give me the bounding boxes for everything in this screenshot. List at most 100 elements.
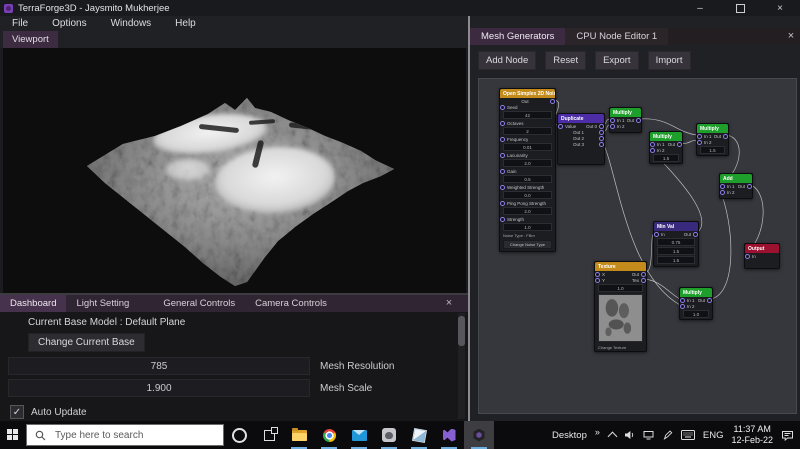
texture-preview[interactable] [598,294,643,342]
taskbar-app-file-explorer[interactable] [284,421,314,449]
hidden-icons-chevron-icon[interactable] [607,431,618,442]
node-add[interactable]: Add In 1 Out In 2 [719,173,753,199]
mesh-resolution-input[interactable]: 785 [8,357,310,375]
value-box[interactable]: 1.5 [657,256,695,264]
input-pin[interactable] [697,133,702,139]
search-input[interactable] [53,428,207,442]
input-pin[interactable] [680,297,685,303]
value-box[interactable]: 1.0 [683,310,709,318]
node-multiply-3[interactable]: Multiply In 1 Out In 2 1.5 [696,123,729,156]
output-pin[interactable] [598,135,604,141]
change-current-base-button[interactable]: Change Current Base [28,333,145,352]
tab-camera-controls[interactable]: Camera Controls [245,295,337,312]
input-pin[interactable] [745,253,750,259]
tab-viewport[interactable]: Viewport [3,31,58,48]
clock[interactable]: 11:37 AM 12-Feb-22 [731,424,773,446]
input-pin[interactable] [500,136,505,142]
tab-mesh-generators[interactable]: Mesh Generators [470,28,566,45]
input-pin[interactable] [650,141,655,147]
input-pin[interactable] [500,120,505,126]
value-box[interactable]: 1.5 [653,154,679,162]
param-value[interactable]: 0.01 [503,143,552,151]
input-pin[interactable] [500,216,505,222]
output-pin[interactable] [723,133,728,139]
taskbar-app-3d-viewer[interactable] [404,421,434,449]
menu-help[interactable]: Help [163,16,208,31]
node-texture[interactable]: Texture X Out Y Tex 1.0 Change Texture [594,261,647,352]
input-pin[interactable] [500,184,505,190]
import-button[interactable]: Import [647,50,691,70]
input-pin[interactable] [680,303,685,309]
output-pin[interactable] [598,129,604,135]
node-open-simplex-noise[interactable]: Open Simplex 2D Noise Out Seed 42 Octaves 2 Fr… [499,88,556,252]
input-pin[interactable] [610,123,615,129]
export-button[interactable]: Export [595,50,639,70]
taskbar-app-visual-studio[interactable] [434,421,464,449]
taskbar-search[interactable] [26,424,224,446]
node-multiply-1[interactable]: Multiply In 1 Out In 2 [609,107,642,133]
input-pin[interactable] [720,189,725,195]
maximize-button[interactable] [720,0,760,16]
action-center-icon[interactable] [781,430,794,441]
param-value[interactable]: 2.0 [503,159,552,167]
taskbar-app-chrome[interactable] [314,421,344,449]
pen-icon[interactable] [663,430,673,440]
value-box[interactable]: 0.75 [657,238,695,246]
auto-update-checkbox[interactable]: ✓ [10,405,24,419]
output-pin[interactable] [598,141,604,147]
taskbar-app-github-desktop[interactable] [374,421,404,449]
input-pin[interactable] [500,168,505,174]
input-pin[interactable] [610,117,615,123]
taskbar-app-terraforge3d[interactable] [464,421,494,449]
menu-windows[interactable]: Windows [99,16,164,31]
viewport-3d-canvas[interactable] [3,48,466,293]
reset-button[interactable]: Reset [545,50,587,70]
taskbar-app-task-view[interactable] [254,421,284,449]
dashboard-scrollbar[interactable] [458,313,465,419]
start-button[interactable] [0,421,26,449]
title-bar[interactable]: TerraForge3D - Jaysmito Mukherjee – × [0,0,800,16]
dashboard-close-icon[interactable]: × [442,296,456,310]
minimize-button[interactable]: – [680,0,720,16]
scrollbar-thumb[interactable] [458,316,465,346]
param-value[interactable]: 1.0 [503,223,552,231]
input-pin[interactable] [654,231,659,237]
desktop-toolbar-label[interactable]: Desktop [552,430,587,441]
param-value[interactable]: 0.5 [503,175,552,183]
toolbar-overflow-icon[interactable]: » [595,427,601,437]
value-box[interactable]: 1.5 [657,247,695,255]
param-value[interactable]: 2.0 [503,207,552,215]
input-pin[interactable] [500,200,505,206]
output-pin[interactable] [599,123,604,129]
param-value[interactable]: 42 [503,111,552,119]
tab-dashboard[interactable]: Dashboard [0,295,67,312]
node-min-val[interactable]: Min Val In Out 0.75 1.5 1.5 [653,221,699,267]
mesh-scale-input[interactable]: 1.900 [8,379,310,397]
output-pin[interactable] [707,297,712,303]
input-pin[interactable] [650,147,655,153]
node-multiply-4[interactable]: Multiply In 1 Out In 2 1.0 [679,287,713,320]
input-pin[interactable] [595,277,600,283]
value-box[interactable]: 1.0 [598,284,643,292]
taskbar-app-cortana[interactable] [224,421,254,449]
input-pin[interactable] [500,152,505,158]
node-multiply-2[interactable]: Multiply In 1 Out In 2 1.5 [649,131,683,164]
node-output[interactable]: Output In [744,243,780,269]
output-pin[interactable] [641,277,646,283]
node-editor-close-icon[interactable]: × [783,28,799,44]
param-value[interactable]: 0.0 [503,191,552,199]
input-pin[interactable] [558,123,563,129]
node-duplicate[interactable]: Duplicate Value Out 0 Out 1 Out 2 Out 3 [557,113,605,165]
input-pin[interactable] [500,104,505,110]
tab-cpu-node-editor[interactable]: CPU Node Editor 1 [565,28,669,45]
language-indicator[interactable]: ENG [703,430,724,441]
input-pin[interactable] [595,271,600,277]
tab-general-controls[interactable]: General Controls [153,295,245,312]
touch-keyboard-icon[interactable] [680,430,695,440]
volume-icon[interactable] [624,430,635,440]
menu-file[interactable]: File [0,16,40,31]
output-pin[interactable] [677,141,682,147]
param-value[interactable]: 2 [503,127,552,135]
node-canvas[interactable]: Open Simplex 2D Noise Out Seed 42 Octaves 2 Fr… [478,78,797,414]
output-pin[interactable] [747,183,752,189]
